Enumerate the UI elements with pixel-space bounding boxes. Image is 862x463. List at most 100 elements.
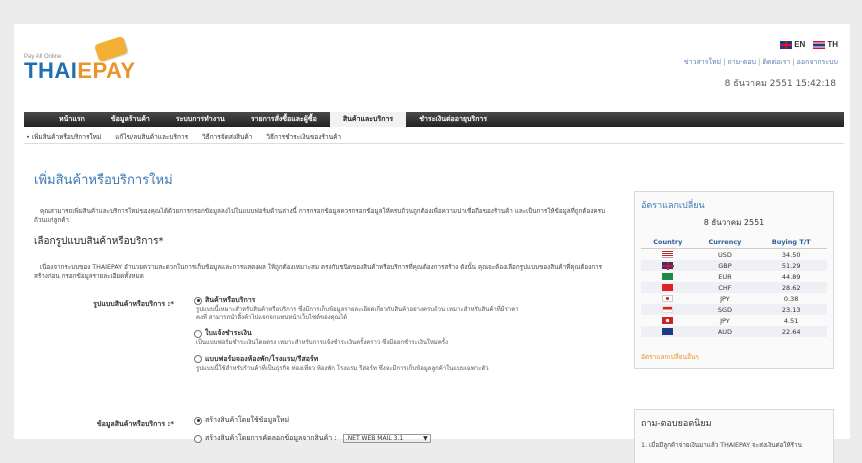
- currency-code: AUD: [694, 326, 756, 337]
- thaiepay-logo[interactable]: Pay All Online THAIEPAY: [24, 35, 136, 82]
- column-header: Buying T/T: [755, 236, 827, 249]
- currency-code: JPY: [720, 316, 730, 325]
- nav-shop-info[interactable]: ข้อมูลร้านค้า: [98, 112, 163, 127]
- table-row: CHF 28.62: [641, 282, 827, 293]
- currency-code: CHF: [694, 282, 756, 293]
- type-option-desc: รูปแบบนี้เหมาะสำหรับสินค้าหรือบริการ ซึ่…: [196, 306, 519, 321]
- intro-text: คุณสามารถเพิ่มสินค้าและบริการใหม่ของคุณไ…: [34, 208, 605, 224]
- current-datetime: 8 ธันวาคม 2551 15:42:18: [724, 79, 836, 89]
- rate-value: 23.13: [755, 304, 827, 315]
- top-link-news[interactable]: ข่าวสารใหม่: [684, 58, 721, 66]
- rate-value: 51.29: [755, 260, 827, 271]
- sub-navbar: • เพิ่มสินค้าหรือบริการใหม่ แก้ไข/ลบสินค…: [26, 132, 341, 142]
- main-content: เพิ่มสินค้าหรือบริการใหม่ คุณสามารถเพิ่ม…: [34, 169, 609, 455]
- rate-value: 34.50: [781, 250, 801, 259]
- type-option-invoice[interactable]: ใบแจ้งชำระเงิน เป็นแบบฟอร์มชำระเงินโดยตร…: [194, 328, 524, 347]
- faq-panel: ถาม-ตอบยอดนิยม 1. เมื่อมีลูกค้าจ่ายเงินม…: [634, 409, 834, 463]
- exchange-rate-title: อัตราแลกเปลี่ยน: [641, 201, 705, 211]
- eu-flag-icon: [662, 273, 674, 280]
- radio-icon[interactable]: [194, 329, 202, 338]
- table-row: EUR 44.89: [641, 271, 827, 282]
- table-row: JPY 4.51: [641, 315, 827, 326]
- data-option-title: สร้างสินค้าโดยใช้ข้อมูลใหม่: [205, 416, 290, 424]
- exchange-rate-panel: อัตราแลกเปลี่ยน 8 ธันวาคม 2551 Country C…: [634, 191, 834, 369]
- nav-home[interactable]: หน้าแรก: [46, 112, 98, 127]
- type-option-title: สินค้าหรือบริการ: [205, 296, 256, 304]
- type-option-booking[interactable]: แบบฟอร์มจองห้องพัก/โรงแรม/รีสอร์ท รูปแบบ…: [194, 354, 524, 373]
- product-type-row: รูปแบบสินค้าหรือบริการ :* สินค้าหรือบริก…: [34, 295, 609, 415]
- th-flag-icon: [813, 40, 826, 49]
- rate-value: 44.89: [781, 272, 801, 281]
- radio-icon[interactable]: [194, 355, 202, 363]
- nav-products[interactable]: สินค้าและบริการ: [329, 112, 407, 127]
- lang-en-label: EN: [794, 40, 806, 49]
- exchange-rate-date: 8 ธันวาคม 2551: [703, 218, 765, 227]
- type-option-title: แบบฟอร์มจองห้องพัก/โรงแรม/รีสอร์ท: [205, 354, 319, 363]
- column-header: Country: [641, 236, 695, 249]
- lang-th-button[interactable]: TH: [813, 40, 838, 49]
- lang-th-label: TH: [827, 40, 838, 49]
- logo-wordmark: THAIEPAY: [24, 60, 136, 82]
- divider: [24, 143, 844, 144]
- rate-value: 22.64: [755, 326, 827, 337]
- table-row: AUD 22.64: [641, 326, 827, 337]
- separator: |: [723, 58, 726, 66]
- top-links: ข่าวสารใหม่ | ถาม-ตอบ | ติดต่อเรา | ออกจากระบบ: [684, 57, 838, 68]
- top-link-logout[interactable]: ออกจากระบบ: [797, 58, 838, 66]
- faq-question[interactable]: 1. เมื่อมีลูกค้าจ่ายเงินมาแล้ว THAIEPAY …: [641, 440, 827, 450]
- top-link-faq[interactable]: ถาม-ตอบ: [728, 58, 757, 66]
- separator: |: [758, 58, 761, 66]
- table-row: USD 34.50: [641, 249, 827, 261]
- uk-flag-icon: [662, 262, 675, 270]
- lang-en-button[interactable]: EN: [780, 40, 805, 49]
- nav-system[interactable]: ระบบการทำงาน: [163, 112, 238, 127]
- page: Pay All Online THAIEPAY EN TH ข่าวสารใหม…: [14, 24, 850, 463]
- type-option-title: ใบแจ้งชำระเงิน: [205, 329, 252, 337]
- rate-value: 0.38: [783, 294, 799, 303]
- subnav-add-product[interactable]: • เพิ่มสินค้าหรือบริการใหม่: [26, 132, 101, 142]
- section-title: เลือกรูปแบบสินค้าหรือบริการ*: [34, 236, 164, 247]
- section-description: เนื่องจากระบบของ THAIEPAY อำนวยความสะดวก…: [34, 264, 603, 280]
- exchange-rate-table: Country Currency Buying T/T USD 34.50 GBP…: [641, 236, 827, 337]
- rate-value: 4.51: [783, 316, 799, 325]
- product-data-options: สร้างสินค้าโดยใช้ข้อมูลใหม่ สร้างสินค้าโ…: [194, 415, 524, 451]
- nav-renewal[interactable]: ชำระเงินต่ออายุบริการ: [406, 112, 500, 127]
- jp-flag-icon: [662, 317, 674, 324]
- subnav-shipping[interactable]: วิธีการจัดส่งสินค้า: [202, 132, 252, 142]
- separator: |: [792, 58, 795, 66]
- jp-flag-icon: [662, 295, 674, 302]
- main-navbar: หน้าแรก ข้อมูลร้านค้า ระบบการทำงาน รายกา…: [24, 112, 844, 127]
- radio-selected-icon[interactable]: [194, 296, 202, 305]
- page-title: เพิ่มสินค้าหรือบริการใหม่: [34, 173, 173, 188]
- subnav-edit-product[interactable]: แก้ไข/ลบสินค้าและบริการ: [115, 132, 188, 142]
- sg-flag-icon: [662, 306, 674, 313]
- logo-thai: THAI: [24, 58, 78, 83]
- table-row: GBP 51.29: [641, 260, 827, 271]
- rate-value: 28.62: [755, 282, 827, 293]
- uk-flag-icon: [780, 40, 793, 49]
- type-option-desc: เป็นแบบฟอร์มชำระเงินโดยตรง เหมาะสำหรับกา…: [196, 339, 448, 346]
- more-rates-link[interactable]: อัตราแลกเปลี่ยนอื่นๆ: [641, 352, 827, 362]
- type-option-desc: รูปแบบนี้ใช้สำหรับร้านค้าที่เป็นธุรกิจ ท…: [196, 364, 489, 372]
- data-option-new[interactable]: สร้างสินค้าโดยใช้ข้อมูลใหม่: [194, 415, 524, 426]
- table-row: JPY 0.38: [641, 293, 827, 304]
- table-row: SGD 23.13: [641, 304, 827, 315]
- us-flag-icon: [662, 251, 674, 258]
- product-data-label: ข้อมูลสินค้าหรือบริการ :*: [96, 420, 174, 428]
- faq-title: ถาม-ตอบยอดนิยม: [641, 419, 712, 429]
- au-flag-icon: [662, 328, 674, 335]
- radio-selected-icon[interactable]: [194, 416, 202, 425]
- currency-code: JPY: [720, 294, 730, 303]
- column-header: Currency: [694, 236, 756, 249]
- currency-code: GBP: [694, 260, 756, 271]
- subnav-payment[interactable]: วิธีการชำระเงินของร้านค้า: [266, 132, 341, 142]
- currency-code: SGD: [694, 304, 756, 315]
- type-option-product[interactable]: สินค้าหรือบริการ รูปแบบนี้เหมาะสำหรับสิน…: [194, 295, 524, 321]
- product-type-options: สินค้าหรือบริการ รูปแบบนี้เหมาะสำหรับสิน…: [194, 295, 524, 379]
- top-link-contact[interactable]: ติดต่อเรา: [762, 58, 790, 66]
- logo-epay: EPAY: [77, 58, 136, 83]
- currency-code: USD: [718, 250, 732, 259]
- currency-code: EUR: [718, 272, 732, 281]
- ch-flag-icon: [662, 284, 674, 291]
- nav-orders[interactable]: รายการสั่งซื้อและผู้ซื้อ: [238, 112, 330, 127]
